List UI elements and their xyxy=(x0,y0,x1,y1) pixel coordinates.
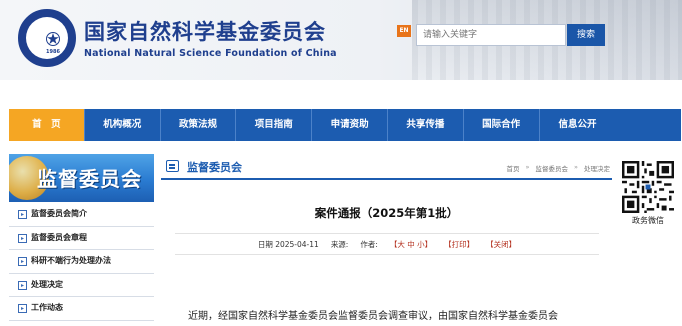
article-title: 案件通报（2025年第1批） xyxy=(314,206,459,220)
nav-item-about[interactable]: 机构概况 xyxy=(85,109,161,141)
nav-item-sharing[interactable]: 共享传播 xyxy=(388,109,464,141)
nsfc-logo[interactable]: 1986 xyxy=(18,9,76,67)
sidebar-item-news[interactable]: ▸ 工作动态 xyxy=(9,297,154,321)
print-link[interactable]: 【打印】 xyxy=(444,239,474,250)
arrow-right-icon: ▸ xyxy=(18,280,27,290)
breadcrumb-separator: » xyxy=(525,163,530,171)
main-nav: 首 页 机构概况 政策法规 项目指南 申请资助 共享传播 国际合作 信息公开 xyxy=(9,109,681,141)
arrow-right-icon: ▸ xyxy=(18,304,27,313)
breadcrumb-decisions[interactable]: 处理决定 xyxy=(584,163,610,173)
search-input[interactable] xyxy=(416,24,566,46)
nav-item-funding[interactable]: 申请资助 xyxy=(312,109,388,141)
breadcrumb-committee[interactable]: 监督委员会 xyxy=(536,163,569,173)
sidebar-item-label: 监督委员会章程 xyxy=(31,232,87,242)
sidebar-item-label: 工作动态 xyxy=(31,303,63,312)
document-icon xyxy=(166,160,179,172)
qr-code-icon xyxy=(622,161,674,213)
close-link[interactable]: 【关闭】 xyxy=(486,239,516,250)
article-meta: 日期 2025-04-11 来源: 作者: 【大 中 小】 【打印】 【关闭】 xyxy=(175,233,599,255)
arrow-right-icon: ▸ xyxy=(18,233,27,243)
nav-item-disclosure[interactable]: 信息公开 xyxy=(540,109,616,141)
section-header: 监督委员会 首页 » 监督委员会 » 处理决定 xyxy=(161,157,612,180)
search-button[interactable]: 搜索 xyxy=(567,24,605,46)
sidebar-item-label: 处理决定 xyxy=(31,279,63,289)
sidebar-item-intro[interactable]: ▸ 监督委员会简介 xyxy=(9,203,154,227)
sidebar-list: ▸ 监督委员会简介 ▸ 监督委员会章程 ▸ 科研不端行为处理办法 ▸ 处理决定 … xyxy=(9,203,154,321)
sidebar-item-label: 科研不端行为处理办法 xyxy=(31,256,111,265)
sidebar-banner: 监督委员会 xyxy=(9,154,154,202)
nav-item-home[interactable]: 首 页 xyxy=(9,109,85,141)
article-body: 近期，经国家自然科学基金委员会监督委员会调查审议，由国家自然科学基金委员会 xyxy=(188,311,558,322)
org-name-cn[interactable]: 国家自然科学基金委员会 xyxy=(84,16,326,46)
logo-inner: 1986 xyxy=(26,17,68,59)
logo-year: 1986 xyxy=(46,49,60,55)
section-title: 监督委员会 xyxy=(187,161,242,174)
sidebar-banner-title: 监督委员会 xyxy=(37,167,142,191)
arrow-right-icon: ▸ xyxy=(18,257,27,266)
font-size-control[interactable]: 【大 中 小】 xyxy=(390,239,432,250)
arrow-right-icon: ▸ xyxy=(18,210,27,219)
breadcrumb-home[interactable]: 首页 xyxy=(507,163,520,173)
sidebar-item-label: 监督委员会简介 xyxy=(31,209,87,218)
sidebar-item-charter[interactable]: ▸ 监督委员会章程 xyxy=(9,227,154,250)
sidebar-item-misconduct-rules[interactable]: ▸ 科研不端行为处理办法 xyxy=(9,250,154,274)
sidebar-item-decisions[interactable]: ▸ 处理决定 xyxy=(9,274,154,297)
nav-item-guide[interactable]: 项目指南 xyxy=(236,109,313,141)
breadcrumb: 首页 » 监督委员会 » 处理决定 xyxy=(507,163,610,173)
english-version-icon[interactable]: EN xyxy=(397,25,411,37)
site-header: 1986 国家自然科学基金委员会 National Natural Scienc… xyxy=(0,0,682,80)
article-source: 来源: xyxy=(330,239,349,249)
breadcrumb-separator: » xyxy=(574,163,578,171)
nav-item-policies[interactable]: 政策法规 xyxy=(161,109,237,141)
logo-emblem-icon xyxy=(46,32,60,46)
nav-item-international[interactable]: 国际合作 xyxy=(464,109,540,141)
article-author: 作者: xyxy=(360,239,378,249)
article-date: 日期 2025-04-11 xyxy=(257,239,319,249)
org-name-en: National Natural Science Foundation of C… xyxy=(84,48,337,59)
qr-caption: 政务微信 xyxy=(632,216,664,225)
